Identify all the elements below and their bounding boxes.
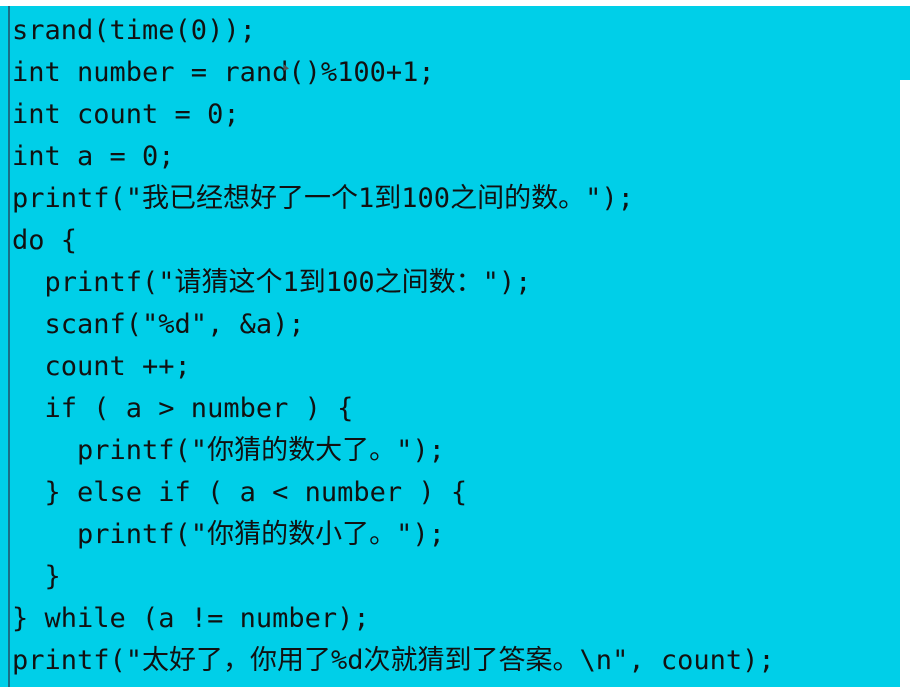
code-line: int number = rand()%100+1; bbox=[12, 57, 435, 88]
code-panel: srand(time(0)); int number = rand()%100+… bbox=[0, 0, 910, 699]
code-line: do { bbox=[12, 225, 78, 256]
code-line: printf("请猜这个1到100之间数："); bbox=[12, 267, 532, 298]
code-line: } bbox=[12, 561, 61, 592]
code-line: printf("我已经想好了一个1到100之间的数。"); bbox=[12, 183, 634, 214]
code-line: if ( a > number ) { bbox=[12, 393, 354, 424]
code-line: count ++; bbox=[12, 351, 191, 382]
code-line: } while (a != number); bbox=[12, 603, 370, 634]
panel-notch bbox=[660, 0, 910, 6]
code-line: srand(time(0)); bbox=[12, 15, 256, 46]
left-border-line bbox=[8, 6, 10, 687]
code-line: printf("太好了，你用了%d次就猜到了答案。\n", count); bbox=[12, 645, 775, 676]
code-line: } else if ( a < number ) { bbox=[12, 477, 468, 508]
code-line: scanf("%d", &a); bbox=[12, 309, 305, 340]
code-line: int count = 0; bbox=[12, 99, 240, 130]
panel-background-top-right bbox=[660, 0, 910, 80]
code-line: int a = 0; bbox=[12, 141, 175, 172]
panel-background-right bbox=[660, 80, 900, 687]
code-line: printf("你猜的数小了。"); bbox=[12, 519, 445, 550]
code-line: printf("你猜的数大了。"); bbox=[12, 435, 445, 466]
